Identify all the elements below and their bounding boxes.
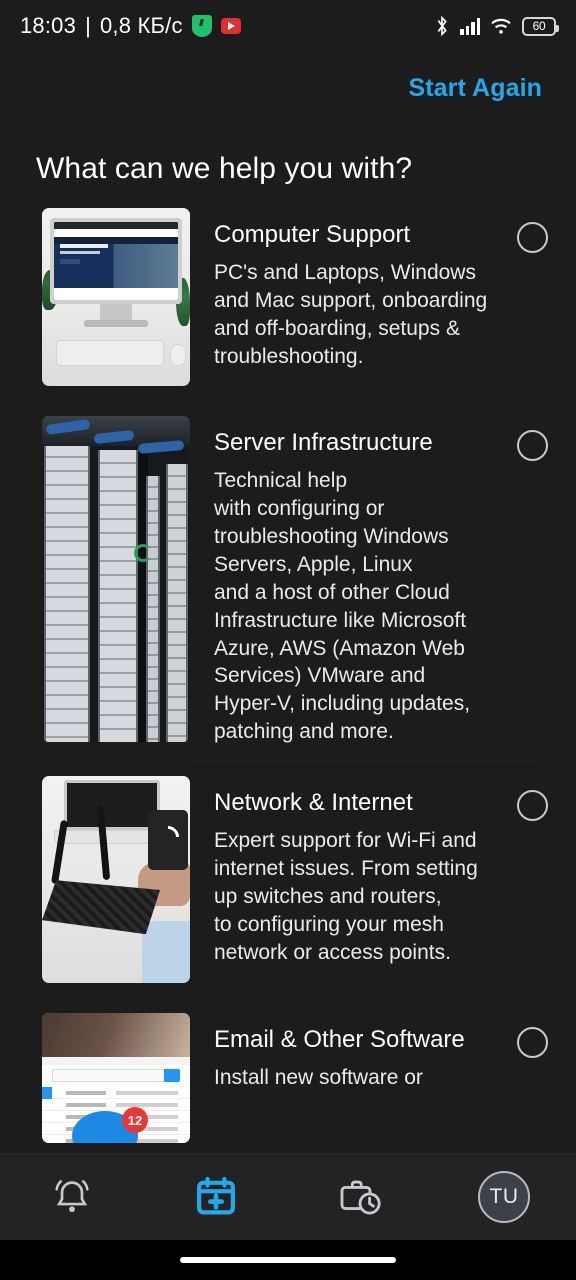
bluetooth-icon (437, 15, 447, 37)
option-title: Network & Internet (214, 789, 413, 817)
status-bar-separator: | (85, 13, 91, 38)
option-body: Server Infrastructure Technical help wit… (190, 416, 554, 746)
option-thumbnail-wifi-router-photo (42, 776, 190, 984)
option-title: Computer Support (214, 221, 411, 248)
nav-item-ticket-history[interactable] (315, 1154, 405, 1240)
home-indicator-area (0, 1240, 576, 1280)
option-description: Technical help with configuring or troub… (214, 469, 471, 744)
option-body: Network & Internet Expert support for Wi… (190, 776, 554, 967)
option-thumbnail-imac-desktop-photo (42, 208, 190, 386)
option-radio-button[interactable] (517, 1027, 548, 1059)
option-thumbnail-email-inbox-photo: 12 (42, 1013, 190, 1144)
option-title: Email & Other Software (214, 1026, 465, 1054)
option-divider (190, 761, 540, 763)
option-radio-button[interactable] (517, 222, 548, 253)
status-bar-left: 18:03 | 0,8 КБ/с (20, 13, 241, 39)
youtube-icon (220, 18, 241, 34)
option-thumbnail-server-racks-photo (42, 416, 190, 742)
battery-level-label: 60 (532, 19, 546, 33)
nav-item-notifications[interactable] (27, 1154, 117, 1240)
top-action-bar: Start Again (0, 52, 576, 124)
app-screen: 18:03 | 0,8 КБ/с 60 Start Again What can… (0, 0, 576, 1280)
service-option-computer-support[interactable]: Computer Support PC's and Laptops, Windo… (0, 208, 576, 386)
status-bar-clock: 18:03 (20, 13, 77, 38)
service-options-list: Computer Support PC's and Laptops, Windo… (0, 208, 576, 1144)
option-radio-button[interactable] (517, 790, 548, 822)
option-description: Install new software or (214, 1066, 423, 1090)
nav-item-profile[interactable]: TU (459, 1154, 549, 1240)
status-bar-network-speed: 0,8 КБ/с (99, 13, 183, 38)
option-body: Email & Other Software Install new softw… (190, 1013, 554, 1092)
briefcase-clock-icon (340, 1180, 381, 1215)
battery-icon: 60 (522, 16, 559, 36)
start-again-button[interactable]: Start Again (408, 74, 542, 103)
option-description: PC's and Laptops, Windows and Mac suppor… (214, 261, 488, 368)
wifi-icon (491, 18, 511, 34)
avatar[interactable]: TU (478, 1171, 530, 1223)
option-body: Computer Support PC's and Laptops, Windo… (190, 208, 554, 371)
shield-icon (191, 15, 212, 37)
calendar-plus-icon (197, 1176, 235, 1215)
service-option-email-other-software[interactable]: 12 Email & Other Software Install new so… (0, 1013, 576, 1144)
option-description: Expert support for Wi-Fi and internet is… (214, 829, 478, 964)
page-title: What can we help you with? (36, 152, 413, 185)
bottom-navigation-bar: TU (0, 1153, 576, 1240)
cellular-signal-icon (460, 17, 480, 35)
service-option-network-internet[interactable]: Network & Internet Expert support for Wi… (0, 776, 576, 984)
status-bar-right: 60 (434, 15, 559, 37)
bell-icon (55, 1180, 89, 1213)
status-bar: 18:03 | 0,8 КБ/с 60 (0, 0, 576, 52)
option-radio-button[interactable] (517, 430, 548, 461)
nav-item-new-ticket[interactable] (171, 1154, 261, 1240)
service-option-server-infrastructure[interactable]: Server Infrastructure Technical help wit… (0, 416, 576, 763)
option-title: Server Infrastructure (214, 429, 433, 456)
home-indicator[interactable] (180, 1257, 396, 1263)
avatar-initials: TU (489, 1185, 519, 1208)
content-area[interactable]: What can we help you with? Computer Supp… (0, 124, 576, 1153)
